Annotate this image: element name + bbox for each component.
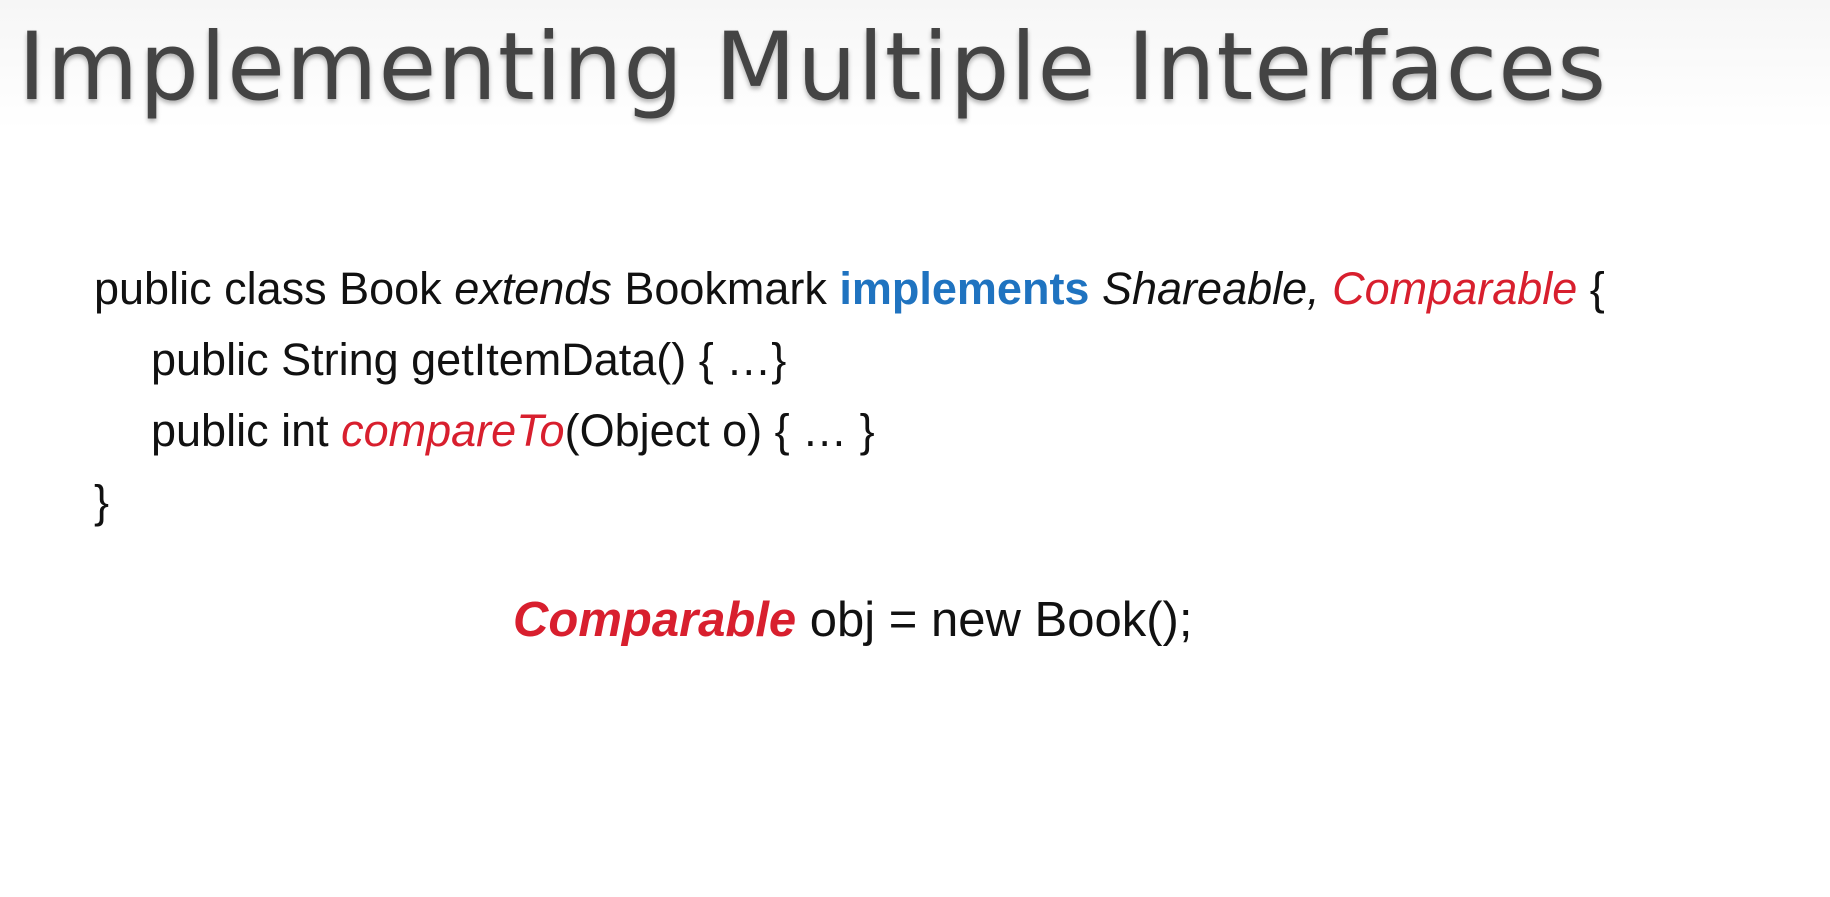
code-close-brace: } (94, 476, 110, 527)
code-statement-comparable-obj: Comparable obj = new Book(); (513, 588, 1192, 652)
slide-title: Implementing Multiple Interfaces (18, 13, 1608, 122)
code-open-brace: { (1577, 263, 1605, 314)
code-extends-keyword: extends (454, 263, 612, 314)
code-text: Bookmark (611, 263, 840, 314)
slide: Implementing Multiple Interfaces public … (0, 0, 1830, 897)
code-text: public int (151, 405, 342, 456)
code-text: (Object o) { … } (564, 405, 875, 456)
code-text: public class Book (94, 263, 455, 314)
code-line-compare-to: public int compareTo(Object o) { … } (151, 401, 875, 461)
statement-text: obj = new Book(); (796, 593, 1193, 647)
code-text: public String getItemData() { …} (151, 334, 787, 385)
code-comparable-interface: Comparable (1332, 263, 1578, 314)
code-line-get-item-data: public String getItemData() { …} (151, 330, 786, 390)
statement-comparable-type: Comparable (513, 593, 797, 647)
code-line-class-declaration: public class Book extends Bookmark imple… (94, 259, 1605, 319)
code-implements-keyword: implements (839, 263, 1090, 314)
code-line-close-brace: } (94, 472, 109, 532)
code-shareable-interface: Shareable, (1101, 263, 1333, 314)
code-compare-to-method: compareTo (341, 405, 565, 456)
